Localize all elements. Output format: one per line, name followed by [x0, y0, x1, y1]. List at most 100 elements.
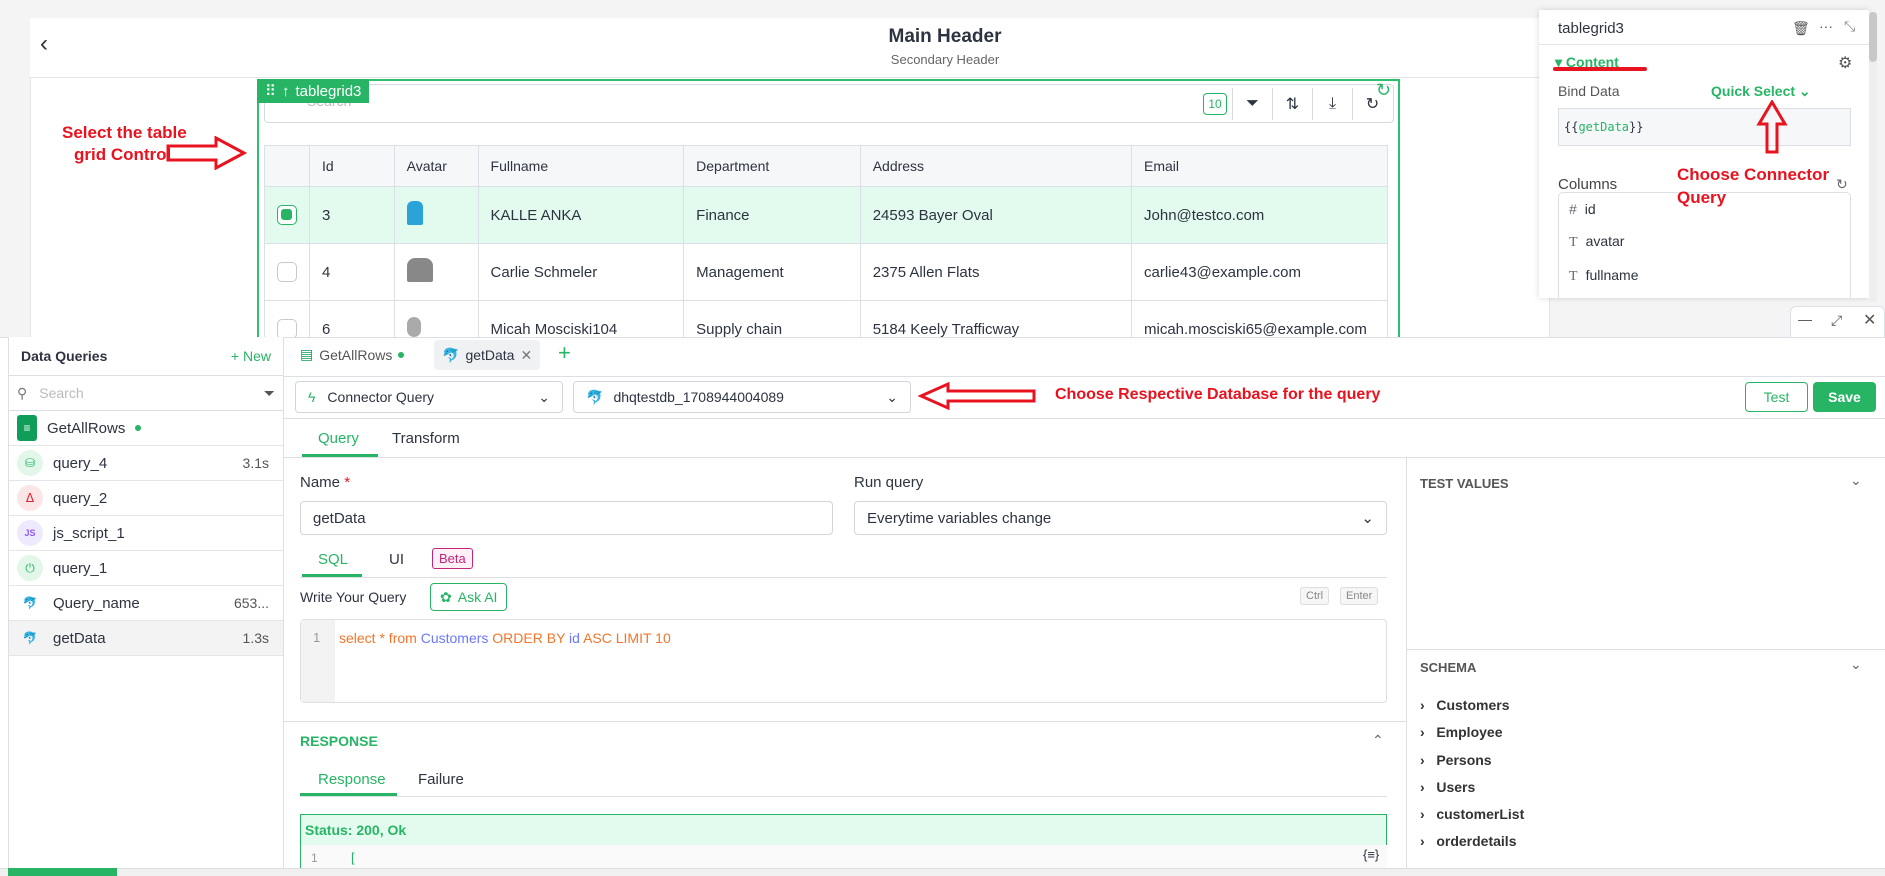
- data-queries-sidebar: Data Queries + New ⚲ Search ⏷ ≡ GetAllRow…: [8, 337, 284, 868]
- avatar: [406, 258, 433, 282]
- schema-table-customerlist[interactable]: › customerList: [1420, 806, 1524, 822]
- query-item-query_4[interactable]: ⛁ query_4 3.1s: [9, 446, 283, 481]
- test-button[interactable]: Test: [1745, 382, 1808, 412]
- avatar: [406, 201, 423, 225]
- query-item-query_name[interactable]: 🐬 Query_name 653...: [9, 586, 283, 621]
- maximize-icon[interactable]: ⤢: [1831, 312, 1842, 329]
- close-tab-icon[interactable]: ✕: [520, 347, 532, 364]
- close-icon[interactable]: ✕: [1863, 310, 1876, 330]
- col-header-address[interactable]: Address: [859, 145, 1133, 187]
- col-header-department[interactable]: Department: [683, 145, 861, 187]
- cell-fullname: KALLE ANKA: [477, 186, 685, 244]
- cell-address: 24593 Bayer Oval: [859, 186, 1133, 244]
- response-text: [: [351, 850, 355, 865]
- name-input[interactable]: getData: [300, 501, 833, 535]
- database-select[interactable]: 🐬 dhqtestdb_1708944004089 ⌄: [573, 381, 911, 413]
- col-header-email[interactable]: Email: [1131, 145, 1388, 187]
- response-editor[interactable]: 1 [ {≡}: [300, 845, 1387, 868]
- schema-table-orderdetails[interactable]: › orderdetails: [1420, 833, 1516, 849]
- row-checkbox[interactable]: [277, 205, 297, 225]
- tab-getallrows[interactable]: ▤ GetAllRows: [300, 346, 405, 363]
- refresh-columns-icon[interactable]: ↻: [1836, 176, 1848, 193]
- page-size-badge[interactable]: 10: [1203, 93, 1227, 115]
- tab-query[interactable]: Query: [302, 430, 375, 447]
- cell-email: carlie43@example.com: [1131, 243, 1388, 301]
- response-label: RESPONSE: [300, 733, 378, 749]
- tab-transform[interactable]: Transform: [376, 430, 476, 447]
- sql-editor[interactable]: 1 select * from Customers ORDER BY id AS…: [300, 619, 1387, 703]
- tab-response[interactable]: Response: [302, 771, 402, 788]
- filter-icon[interactable]: ⏷: [1232, 88, 1272, 120]
- cell-id: 3: [309, 186, 395, 244]
- tab-getdata[interactable]: 🐬 getData ✕: [434, 340, 541, 370]
- new-query-button[interactable]: + New: [231, 348, 271, 364]
- save-button[interactable]: Save: [1813, 382, 1876, 412]
- filter-icon[interactable]: ⏷: [264, 385, 275, 402]
- trash-icon[interactable]: 🗑: [1792, 20, 1810, 37]
- run-query-select[interactable]: Everytime variables change ⌄: [854, 501, 1387, 535]
- table-row[interactable]: 4 Carlie Schmeler Management 2375 Allen …: [264, 243, 1388, 301]
- schema-label: SCHEMA: [1420, 660, 1477, 675]
- write-query-label: Write Your Query: [300, 589, 407, 605]
- test-values-label: TEST VALUES: [1420, 476, 1509, 491]
- sheets-icon: ≡: [17, 415, 37, 441]
- cell-department: Management: [683, 243, 861, 301]
- bottom-strip: [0, 868, 1885, 876]
- drag-handle-icon[interactable]: ⠿: [265, 82, 276, 100]
- tab-failure[interactable]: Failure: [402, 771, 480, 788]
- col-header-avatar[interactable]: Avatar: [393, 145, 479, 187]
- query-item-query_1[interactable]: ⏻ query_1: [9, 551, 283, 586]
- sort-icon[interactable]: ⇅: [1272, 88, 1312, 120]
- mysql-icon: 🐬: [22, 596, 38, 610]
- column-item-avatar[interactable]: Tavatar: [1559, 225, 1850, 259]
- query-item-js_script_1[interactable]: JS js_script_1: [9, 516, 283, 551]
- ai-icon: ✿: [440, 588, 452, 605]
- chevron-down-icon[interactable]: ⌄: [1850, 656, 1862, 673]
- tab-ui[interactable]: UI: [373, 551, 420, 568]
- row-checkbox[interactable]: [277, 262, 297, 282]
- collapse-icon[interactable]: ⤡: [1844, 18, 1855, 35]
- column-item-fullname[interactable]: Tfullname: [1559, 259, 1850, 293]
- database-icon: ⛁: [17, 450, 43, 476]
- plug-icon: ⏻: [17, 555, 43, 581]
- row-checkbox[interactable]: [277, 319, 297, 339]
- arrow-right-icon: [166, 136, 248, 170]
- query-search-input[interactable]: Search: [39, 385, 83, 401]
- schema-table-customers[interactable]: › Customers: [1420, 697, 1509, 713]
- more-icon[interactable]: ···: [1819, 18, 1833, 34]
- ask-ai-button[interactable]: ✿ Ask AI: [430, 583, 508, 611]
- schema-table-users[interactable]: › Users: [1420, 779, 1475, 795]
- avatar: [406, 317, 421, 337]
- bind-data-input[interactable]: {{getData}}: [1558, 108, 1851, 146]
- cell-id: 4: [309, 243, 395, 301]
- col-header-id[interactable]: Id: [309, 145, 395, 187]
- col-header-fullname[interactable]: Fullname: [477, 145, 685, 187]
- chevron-up-icon[interactable]: ⌃: [1372, 732, 1384, 749]
- line-number: 1: [301, 620, 335, 702]
- format-json-icon[interactable]: {≡}: [1363, 847, 1379, 862]
- query-item-getdata[interactable]: 🐬 getData 1.3s: [9, 621, 283, 656]
- reload-icon[interactable]: ↻: [1376, 80, 1391, 101]
- panel-scrollbar[interactable]: [1869, 12, 1877, 302]
- download-icon[interactable]: ⤓: [1312, 88, 1352, 120]
- cell-department: Finance: [683, 186, 861, 244]
- bind-data-label: Bind Data: [1558, 83, 1620, 99]
- columns-label: Columns: [1558, 176, 1618, 193]
- connector-type-select[interactable]: ϟ Connector Query ⌄: [295, 381, 563, 413]
- window-controls: — ⤢ ✕: [1790, 306, 1885, 338]
- chevron-down-icon[interactable]: ⌄: [1850, 472, 1862, 489]
- tab-sql[interactable]: SQL: [302, 551, 364, 568]
- schema-table-persons[interactable]: › Persons: [1420, 752, 1492, 768]
- gear-icon[interactable]: ⚙: [1838, 53, 1852, 73]
- quick-select-dropdown[interactable]: Quick Select ⌄: [1711, 83, 1811, 100]
- arrow-left-annotation-icon: [918, 381, 1036, 411]
- query-item-getallrows[interactable]: ≡ GetAllRows: [9, 411, 283, 446]
- table-row[interactable]: 3 KALLE ANKA Finance 24593 Bayer Oval Jo…: [264, 186, 1388, 244]
- query-item-query_2[interactable]: ᐃ query_2: [9, 481, 283, 516]
- grid-tag[interactable]: ⠿ ↑ tablegrid3: [257, 79, 370, 103]
- col-header-select: [264, 145, 310, 187]
- minimize-icon[interactable]: —: [1798, 311, 1812, 327]
- add-tab-icon[interactable]: +: [558, 340, 571, 366]
- schema-table-employee[interactable]: › Employee: [1420, 724, 1502, 740]
- arrow-up-icon: ↑: [282, 82, 290, 100]
